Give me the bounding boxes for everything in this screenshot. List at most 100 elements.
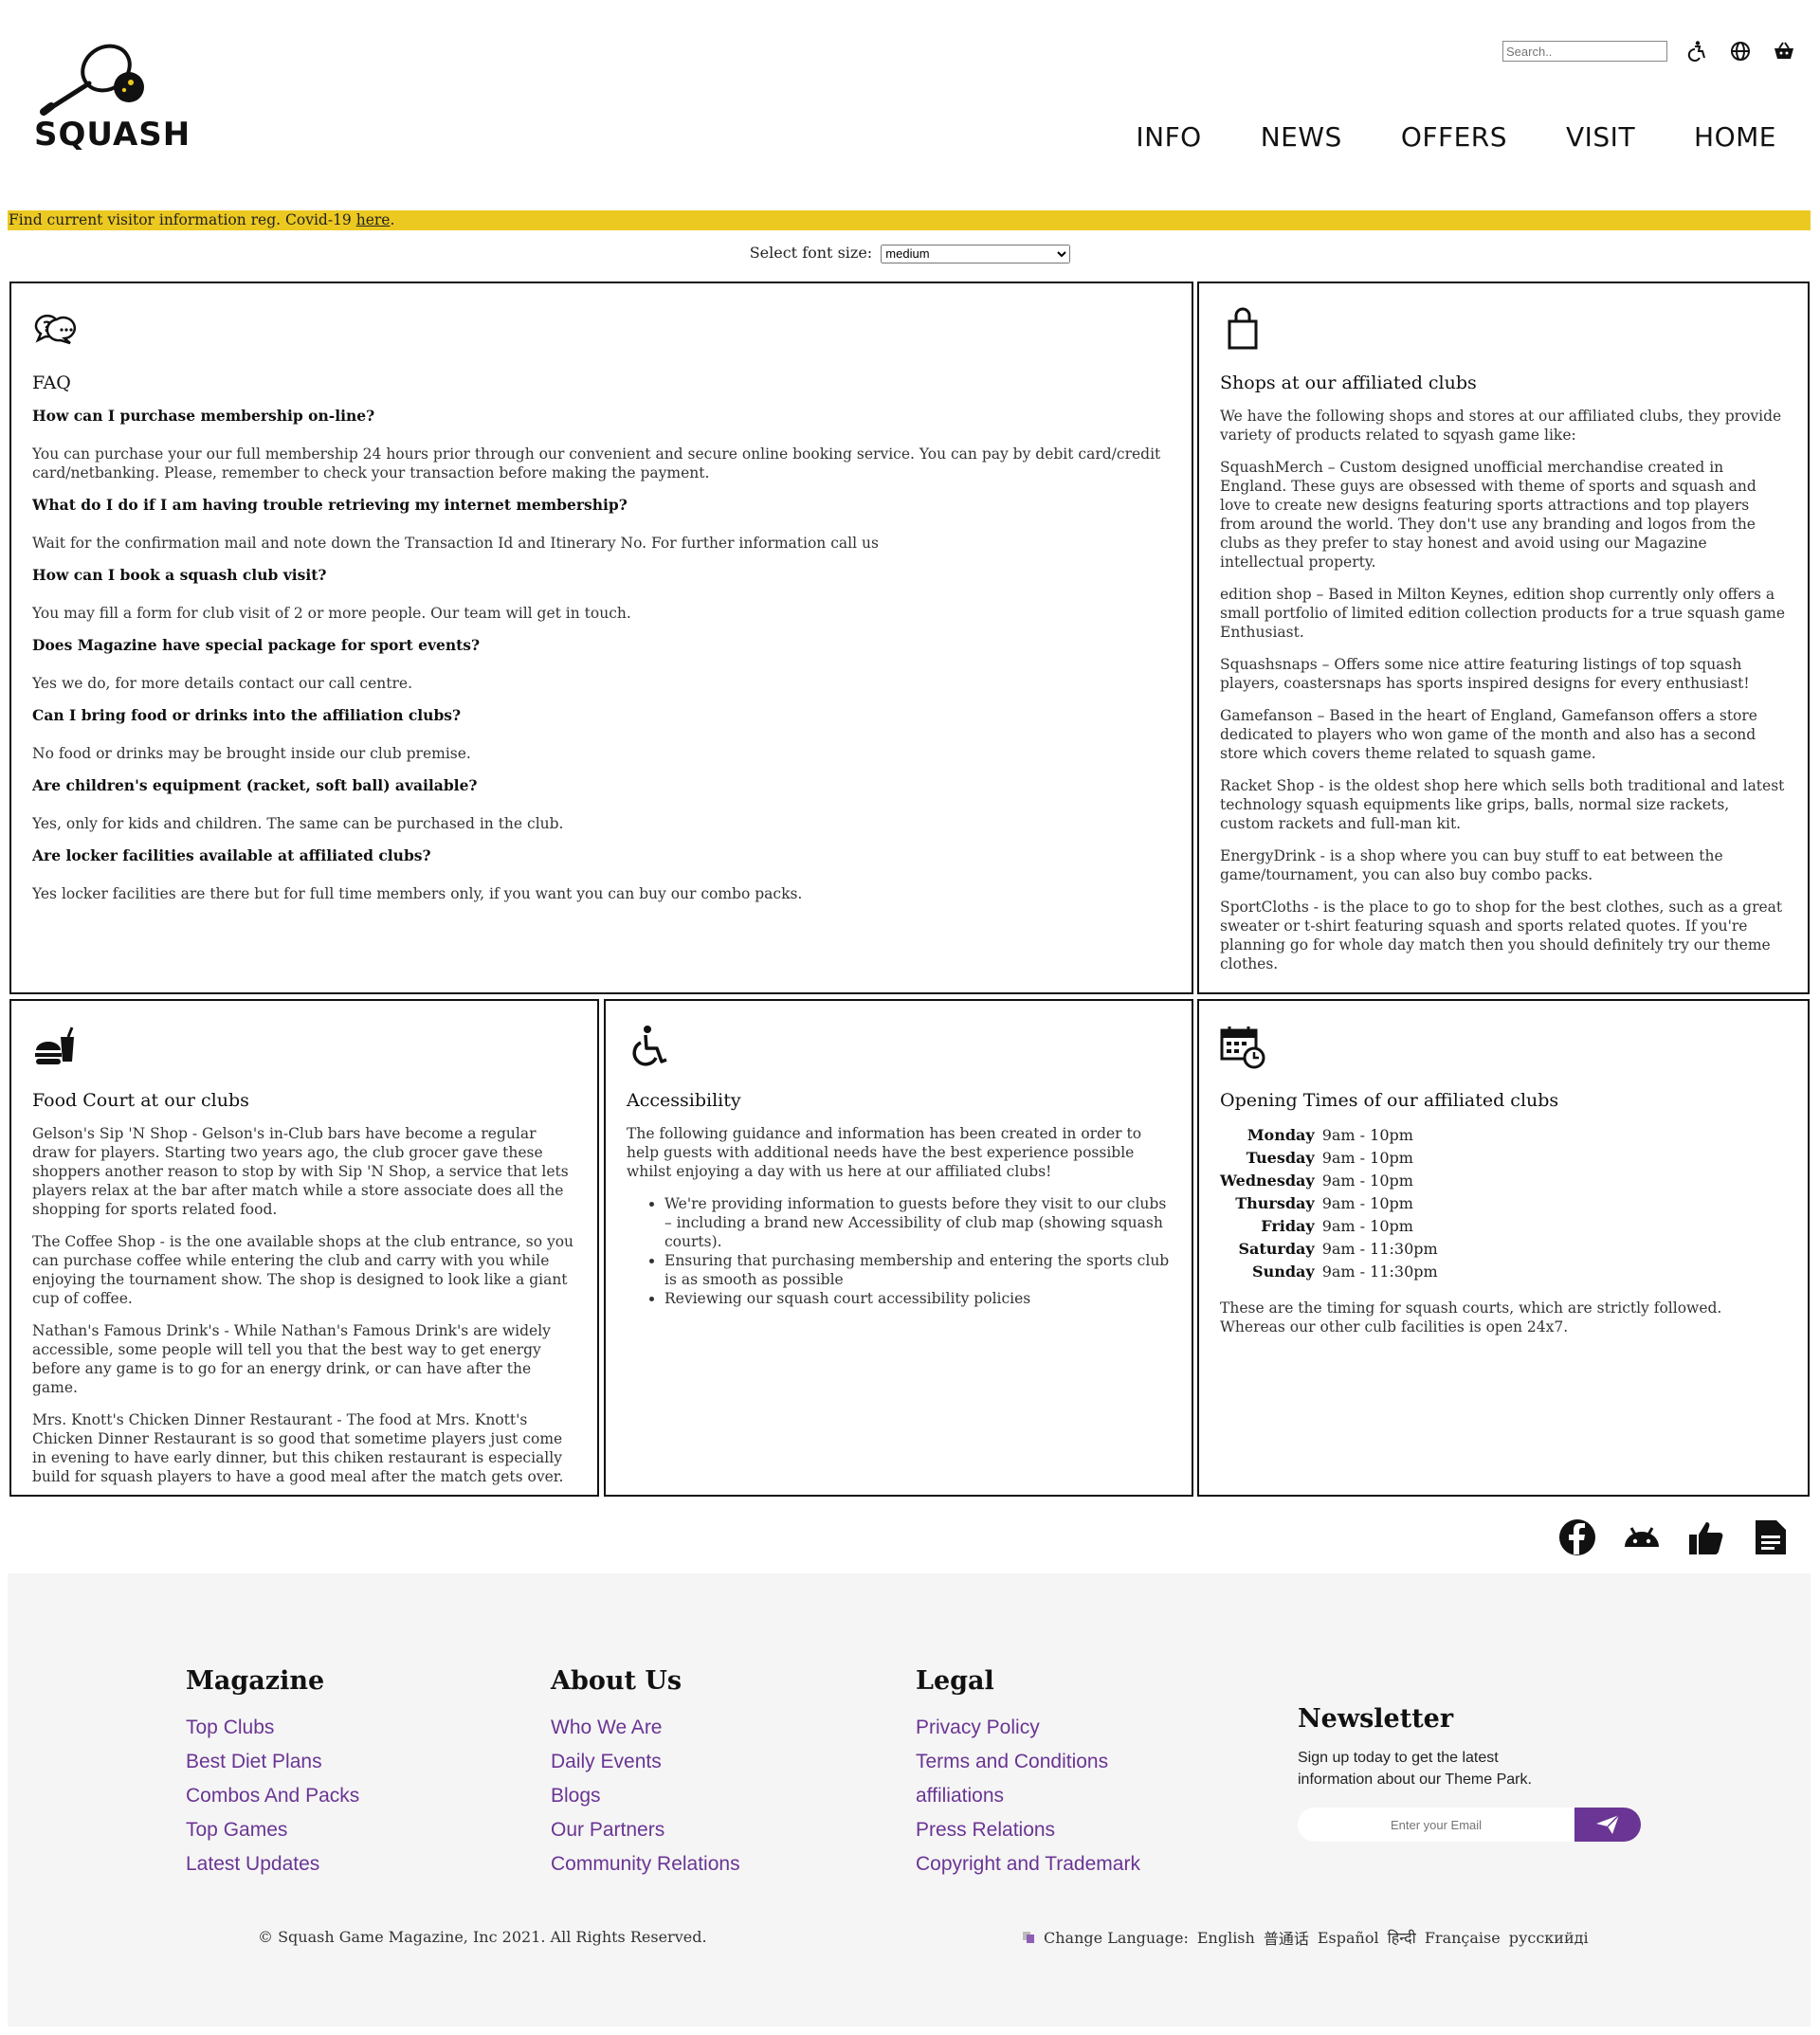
copyright-text: © Squash Game Magazine, Inc 2021. All Ri…: [258, 1928, 707, 1946]
faq-answer: Wait for the confirmation mail and note …: [32, 535, 879, 552]
faq-question: Does Magazine have special package for s…: [32, 636, 481, 654]
facebook-icon[interactable]: [1558, 1518, 1596, 1556]
footer-column-title: Magazine: [186, 1666, 325, 1696]
footer-link[interactable]: Privacy Policy: [916, 1711, 1140, 1745]
newsletter-title: Newsletter: [1298, 1704, 1454, 1734]
accessibility-icon[interactable]: [1685, 40, 1708, 63]
hours-row: Thursday 9am - 10pm: [1220, 1192, 1442, 1215]
footer-link[interactable]: Daily Events: [551, 1745, 740, 1779]
hours-row: Wednesday 9am - 10pm: [1220, 1170, 1442, 1192]
opening-hours-panel: Opening Times of our affiliated clubs Mo…: [1197, 999, 1810, 1497]
header-icons: [1685, 40, 1795, 63]
hours-time: 9am - 11:30pm: [1321, 1240, 1438, 1258]
footer-link[interactable]: Terms and Conditions: [916, 1745, 1140, 1779]
footer-link[interactable]: Best Diet Plans: [186, 1745, 359, 1779]
globe-icon[interactable]: [1729, 40, 1752, 63]
hours-row: Sunday 9am - 11:30pm: [1220, 1261, 1442, 1283]
hours-day: Friday: [1261, 1217, 1315, 1235]
language-option-mandarin[interactable]: 普通话: [1264, 1926, 1309, 1949]
search-input[interactable]: [1502, 41, 1667, 62]
footer-link[interactable]: Combos And Packs: [186, 1779, 359, 1813]
nav-offers[interactable]: OFFERS: [1401, 121, 1507, 153]
footer-link[interactable]: Top Games: [186, 1813, 359, 1847]
food-paragraph: The Coffee Shop - is the one available s…: [32, 1233, 574, 1307]
android-icon[interactable]: [1623, 1518, 1661, 1556]
send-icon: [1596, 1814, 1620, 1834]
hours-row: Friday 9am - 10pm: [1220, 1215, 1442, 1238]
accessibility-list: We're providing information to guests be…: [642, 1194, 1171, 1308]
food-list: Gelson's Sip 'N Shop - Gelson's in-Club …: [32, 1124, 576, 1486]
food-paragraph: Nathan's Famous Drink's - While Nathan's…: [32, 1322, 551, 1396]
hours-day: Wednesday: [1220, 1172, 1315, 1190]
faq-answer: Yes locker facilities are there but for …: [32, 885, 803, 902]
shop-paragraph: Squashsnaps – Offers some nice attire fe…: [1220, 656, 1750, 692]
language-option-hindi[interactable]: हिन्दी: [1388, 1927, 1416, 1948]
nav-news[interactable]: NEWS: [1261, 121, 1342, 153]
shopping-bag-icon: [1228, 307, 1258, 350]
burger-drink-icon: [35, 1027, 74, 1064]
basket-icon[interactable]: [1773, 40, 1795, 63]
faq-answer: No food or drinks may be brought inside …: [32, 745, 471, 762]
faq-question: Are children's equipment (racket, soft b…: [32, 776, 478, 794]
language-option-french[interactable]: Française: [1425, 1929, 1501, 1947]
accessibility-item: Ensuring that purchasing membership and …: [664, 1251, 1171, 1289]
faq-answer: Yes, only for kids and children. The sam…: [32, 815, 564, 832]
email-field[interactable]: [1298, 1808, 1574, 1842]
covid-banner: Find current visitor information reg. Co…: [8, 210, 1811, 230]
shops-panel: Shops at our affiliated clubs We have th…: [1197, 282, 1810, 994]
nav-info[interactable]: INFO: [1136, 121, 1201, 153]
shop-paragraph: SquashMerch – Custom designed unofficial…: [1220, 459, 1756, 571]
wheelchair-icon: [632, 1026, 667, 1066]
font-size-select[interactable]: medium: [881, 244, 1071, 263]
footer-link[interactable]: Our Partners: [551, 1813, 740, 1847]
food-panel: Food Court at our clubs Gelson's Sip 'N …: [9, 999, 599, 1497]
subscribe-button[interactable]: [1574, 1808, 1641, 1842]
nav-visit[interactable]: VISIT: [1566, 121, 1635, 153]
newsletter: Newsletter Sign up today to get the late…: [1298, 1704, 1677, 1842]
accessibility-item: Reviewing our squash court accessibility…: [664, 1289, 1171, 1308]
footer-link[interactable]: Who We Are: [551, 1711, 740, 1745]
hours-time: 9am - 11:30pm: [1321, 1263, 1438, 1281]
language-option-english[interactable]: English: [1197, 1929, 1255, 1947]
footer-column-title: About Us: [551, 1666, 682, 1696]
shop-paragraph: edition shop – Based in Milton Keynes, e…: [1220, 586, 1786, 641]
hours-row: Monday 9am - 10pm: [1220, 1124, 1442, 1147]
nav-home[interactable]: HOME: [1694, 121, 1776, 153]
newsletter-form: [1298, 1808, 1677, 1842]
font-size-control: Select font size: medium: [0, 244, 1820, 263]
language-icon: [1023, 1932, 1034, 1943]
main-nav: INFO NEWS OFFERS VISIT HOME: [1136, 121, 1776, 153]
accessibility-panel: Accessibility The following guidance and…: [604, 999, 1193, 1497]
food-paragraph: Mrs. Knott's Chicken Dinner Restaurant -…: [32, 1411, 564, 1485]
language-option-spanish[interactable]: Español: [1318, 1929, 1379, 1947]
footer-link[interactable]: Press Relations: [916, 1813, 1140, 1847]
faq-question: What do I do if I am having trouble retr…: [32, 496, 628, 514]
shops-list: We have the following shops and stores a…: [1220, 407, 1787, 973]
footer-link[interactable]: Latest Updates: [186, 1847, 359, 1881]
footer-link[interactable]: Top Clubs: [186, 1711, 359, 1745]
racket-ball-icon: [40, 44, 144, 116]
footer-link[interactable]: affiliations: [916, 1779, 1140, 1813]
hours-day: Tuesday: [1246, 1149, 1315, 1167]
accessibility-item: We're providing information to guests be…: [664, 1194, 1171, 1251]
footer-link[interactable]: Community Relations: [551, 1847, 740, 1881]
faq-title: FAQ: [32, 372, 71, 393]
shop-paragraph: Racket Shop - is the oldest shop here wh…: [1220, 777, 1785, 832]
hours-time: 9am - 10pm: [1321, 1194, 1413, 1212]
faq-chat-icon: ?: [34, 314, 76, 345]
font-size-label: Select font size:: [749, 244, 873, 262]
faq-question: Can I bring food or drinks into the affi…: [32, 706, 462, 724]
banner-link[interactable]: here: [356, 211, 391, 228]
hours-time: 9am - 10pm: [1321, 1126, 1413, 1144]
shops-title: Shops at our affiliated clubs: [1220, 372, 1477, 393]
footer-link[interactable]: Blogs: [551, 1779, 740, 1813]
shop-paragraph: SportCloths - is the place to go to shop…: [1220, 899, 1783, 972]
document-icon[interactable]: [1752, 1518, 1790, 1556]
language-option-russian[interactable]: русскийді: [1509, 1929, 1589, 1947]
footer-link[interactable]: Copyright and Trademark: [916, 1847, 1140, 1881]
footer-column-legal: Legal Privacy Policy Terms and Condition…: [916, 1666, 1140, 1881]
food-title: Food Court at our clubs: [32, 1090, 249, 1111]
thumbs-up-icon[interactable]: [1687, 1518, 1725, 1556]
faq-question: How can I purchase membership on-line?: [32, 407, 375, 425]
newsletter-text: Sign up today to get the latest informat…: [1298, 1750, 1532, 1788]
